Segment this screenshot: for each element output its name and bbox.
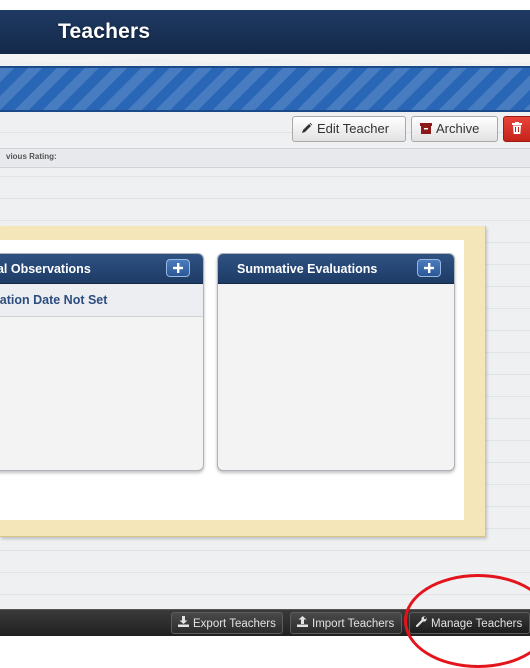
wrench-icon [415,613,427,635]
plus-icon [424,263,434,273]
archive-button[interactable]: Archive [411,116,498,142]
summative-evaluations-panel: Summative Evaluations [217,253,455,471]
observations-panel-header: rmal Observations [0,254,203,284]
export-teachers-label: Export Teachers [193,618,276,631]
edit-teacher-button[interactable]: Edit Teacher [292,116,406,142]
archive-label: Archive [436,121,480,136]
import-teachers-button[interactable]: Import Teachers [290,612,402,634]
import-teachers-label: Import Teachers [312,618,395,631]
top-strip [0,0,530,10]
footer-toolbar: Export Teachers Import Teachers Manage T… [0,609,530,637]
evaluation-paper-card: rmal Observations ervation Date Not Set … [0,226,486,537]
export-teachers-button[interactable]: Export Teachers [171,612,283,634]
teacher-toolbar: Edit Teacher Archive [0,110,530,148]
bottom-strip [0,636,530,660]
summative-panel-title: Summative Evaluations [237,262,378,276]
app-header: Teachers [0,10,530,55]
evaluation-sheet: rmal Observations ervation Date Not Set … [0,240,464,520]
page-title: Teachers [58,20,151,43]
delete-button[interactable] [503,116,530,142]
upload-icon [297,613,308,635]
observation-list-item[interactable]: ervation Date Not Set [0,284,203,317]
manage-teachers-button[interactable]: Manage Teachers [409,612,530,634]
observation-date-text: ervation Date Not Set [0,293,108,307]
archive-box-icon [420,118,432,142]
teacher-info-row: vious Rating: [0,148,530,168]
pencil-icon [301,118,313,142]
blue-banner [0,66,530,112]
add-summative-evaluation-button[interactable] [417,259,441,277]
edit-teacher-label: Edit Teacher [317,121,390,136]
manage-teachers-label: Manage Teachers [431,618,523,631]
add-observation-button[interactable] [166,259,190,277]
summative-panel-header: Summative Evaluations [218,254,454,284]
observations-panel: rmal Observations ervation Date Not Set [0,253,204,471]
trash-icon [512,118,522,142]
previous-rating-label: vious Rating: [6,152,57,161]
plus-icon [173,263,183,273]
observations-panel-title: rmal Observations [0,262,91,276]
download-icon [178,613,189,635]
